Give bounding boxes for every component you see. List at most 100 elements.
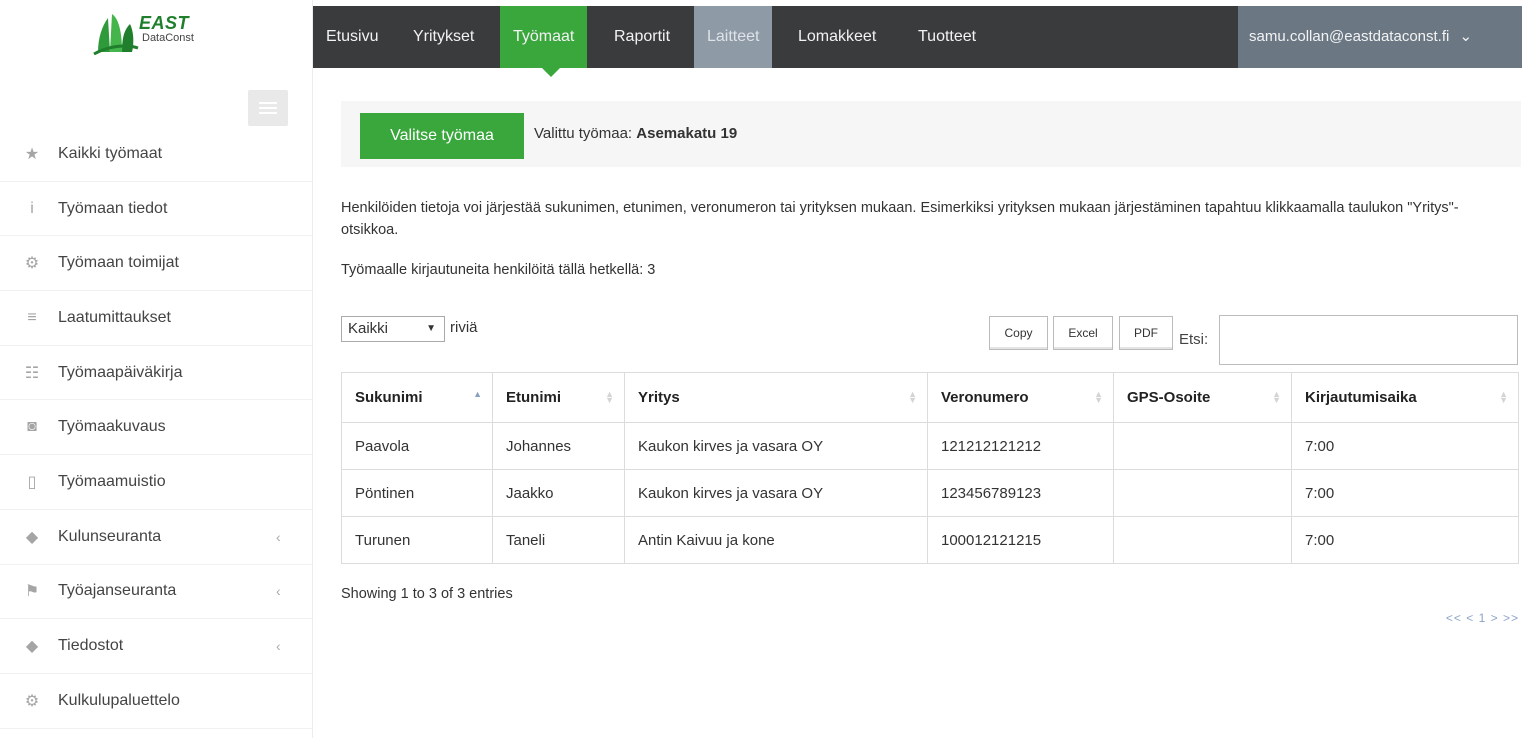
column-header-kirjautumisaika[interactable]: Kirjautumisaika ▲ ▼: [1291, 372, 1519, 423]
nav-tuotteet[interactable]: Tuotteet: [905, 6, 989, 68]
table-row: Turunen Taneli Antin Kaivuu ja kone 1000121…: [341, 516, 1519, 564]
sidebar-nav: ★ Kaikki työmaat i Työmaan tiedot ⚙ Työmaan t…: [0, 127, 313, 729]
table-body: Paavola Johannes Kaukon kirves ja vasara O…: [341, 422, 1519, 564]
logo[interactable]: EAST DataConst: [92, 6, 232, 62]
entries-info: Showing 1 to 3 of 3 entries: [341, 586, 513, 602]
table-cell: Turunen: [341, 516, 493, 564]
search-input[interactable]: [1219, 315, 1518, 365]
sidebar-item[interactable]: ⚙ Kulkulupaluettelo: [0, 674, 313, 729]
site-selection-panel: Valitse työmaa Valittu työmaa: Asemakatu…: [341, 101, 1521, 167]
sidebar-item-label: Kaikki työmaat: [58, 144, 163, 162]
pager-page[interactable]: 1: [1479, 611, 1487, 625]
star-icon: ★: [24, 145, 40, 163]
nav-lomakkeet[interactable]: Lomakkeet: [785, 6, 889, 68]
nav-etusivu[interactable]: Etusivu: [313, 6, 391, 68]
column-header-sukunimi[interactable]: Sukunimi ▲: [341, 372, 493, 423]
info-icon: i: [30, 199, 34, 217]
pager-prev[interactable]: <: [1466, 611, 1474, 625]
column-header-veronumero[interactable]: Veronumero ▲ ▼: [927, 372, 1114, 423]
chevron-left-icon: ‹: [276, 638, 281, 655]
sidebar-item[interactable]: ≡ Laatumittaukset: [0, 291, 313, 346]
nav-raportit[interactable]: Raportit: [601, 6, 683, 68]
table-cell: 7:00: [1291, 516, 1519, 564]
nav-laitteet[interactable]: Laitteet: [694, 6, 773, 68]
sidebar-item[interactable]: ▯ Työmaamuistio: [0, 455, 313, 510]
hamburger-icon: [259, 102, 277, 104]
table-cell: [1113, 469, 1292, 517]
user-menu[interactable]: samu.collan@eastdataconst.fi ⌄: [1238, 6, 1522, 68]
sidebar-item[interactable]: ⚙ Työmaan toimijat: [0, 236, 313, 292]
sidebar-item-label: Tiedostot: [58, 637, 124, 655]
column-header-gps-osoite[interactable]: GPS-Osoite ▲ ▼: [1113, 372, 1292, 423]
workers-table: Sukunimi ▲ Etunimi ▲ ▼ Yritys ▲ ▼ Veronume…: [341, 372, 1519, 564]
sidebar-item-label: Työmaamuistio: [58, 472, 166, 490]
logo-title: EAST: [139, 13, 190, 33]
pager-next[interactable]: >: [1491, 611, 1499, 625]
logged-in-count: Työmaalle kirjautuneita henkilöitä tällä…: [341, 262, 656, 278]
sidebar-item[interactable]: ★ Kaikki työmaat: [0, 127, 313, 182]
sidebar-item-label: Työmaan tiedot: [58, 199, 168, 217]
sidebar-item-label: Työmaapäiväkirja: [58, 363, 183, 381]
tags-icon: ◆: [25, 638, 39, 656]
lines-icon: ≡: [27, 308, 37, 326]
pdf-button[interactable]: PDF: [1119, 316, 1173, 350]
info-text: Henkilöiden tietoja voi järjestää sukuni…: [341, 200, 1459, 238]
sidebar-item-label: Laatumittaukset: [58, 308, 171, 326]
pager-last[interactable]: >>: [1503, 611, 1519, 625]
excel-button[interactable]: Excel: [1053, 316, 1113, 350]
sidebar-item-label: Työmaakuvaus: [58, 418, 166, 436]
flag-icon: ⚑: [24, 583, 40, 601]
hamburger-icon-line: [259, 107, 277, 109]
sidebar-item[interactable]: i Työmaan tiedot: [0, 182, 313, 237]
table-row: Pöntinen Jaakko Kaukon kirves ja vasara OY…: [341, 469, 1519, 517]
nav-yritykset[interactable]: Yritykset: [400, 6, 487, 68]
table-cell: Kaukon kirves ja vasara OY: [624, 469, 928, 517]
selected-site-label: Valittu työmaa:: [534, 125, 633, 142]
active-tab-caret: [542, 68, 560, 77]
sort-both-icon: ▲ ▼: [1499, 389, 1508, 405]
selected-site: Valittu työmaa: Asemakatu 19: [534, 125, 737, 142]
pager-first[interactable]: <<: [1446, 611, 1462, 625]
sidebar-item-label: Työmaan toimijat: [58, 254, 179, 272]
table-cell: Pöntinen: [341, 469, 493, 517]
chevron-left-icon: ‹: [276, 583, 281, 600]
table-cell: 121212121212: [927, 422, 1114, 470]
logo-mark-icon: [93, 14, 139, 56]
hamburger-icon-line: [259, 112, 277, 114]
sidebar-item[interactable]: ◆ Tiedostot ‹: [0, 619, 313, 674]
chevron-left-icon: ‹: [276, 528, 281, 545]
chevron-down-icon: ⌄: [1459, 28, 1473, 45]
sort-both-icon: ▲ ▼: [908, 389, 917, 405]
sidebar-item[interactable]: ◆ Kulunseuranta ‹: [0, 510, 313, 565]
camera-icon: ◙: [27, 418, 37, 436]
nav-tyomaat[interactable]: Työmaat: [500, 6, 588, 68]
tags-icon: ◆: [25, 528, 39, 546]
table-cell: Jaakko: [492, 469, 625, 517]
column-header-label: Etunimi: [506, 389, 561, 406]
gears-icon: ⚙: [24, 255, 40, 273]
copy-button[interactable]: Copy: [989, 316, 1048, 350]
sidebar-item[interactable]: ⚑ Työajanseuranta ‹: [0, 565, 313, 620]
file-icon: ▯: [27, 473, 37, 491]
sidebar-item[interactable]: ☷ Työmaapäiväkirja: [0, 346, 313, 401]
table-cell: Antin Kaivuu ja kone: [624, 516, 928, 564]
sort-both-icon: ▲ ▼: [1094, 389, 1103, 405]
pagination: << < 1 > >>: [1446, 611, 1519, 625]
selected-site-name: Asemakatu 19: [636, 125, 738, 142]
dropdown-arrow-icon: ▼: [426, 323, 436, 334]
logo-subtitle: DataConst: [142, 32, 194, 44]
sidebar-item[interactable]: ◙ Työmaakuvaus: [0, 400, 313, 456]
table-cell: 123456789123: [927, 469, 1114, 517]
sidebar-item-label: Työajanseuranta: [58, 582, 177, 600]
table-cell: 7:00: [1291, 422, 1519, 470]
table-cell: [1113, 516, 1292, 564]
column-header-etunimi[interactable]: Etunimi ▲ ▼: [492, 372, 625, 423]
table-row: Paavola Johannes Kaukon kirves ja vasara O…: [341, 422, 1519, 470]
select-site-button[interactable]: Valitse työmaa: [360, 113, 524, 159]
rows-per-page-select[interactable]: Kaikki ▼: [341, 316, 445, 342]
column-header-label: Veronumero: [941, 389, 1029, 406]
sidebar-toggle-button[interactable]: [248, 90, 288, 126]
rows-per-page-value: Kaikki: [348, 320, 389, 337]
column-header-yritys[interactable]: Yritys ▲ ▼: [624, 372, 928, 423]
gears-icon: ⚙: [24, 692, 40, 710]
